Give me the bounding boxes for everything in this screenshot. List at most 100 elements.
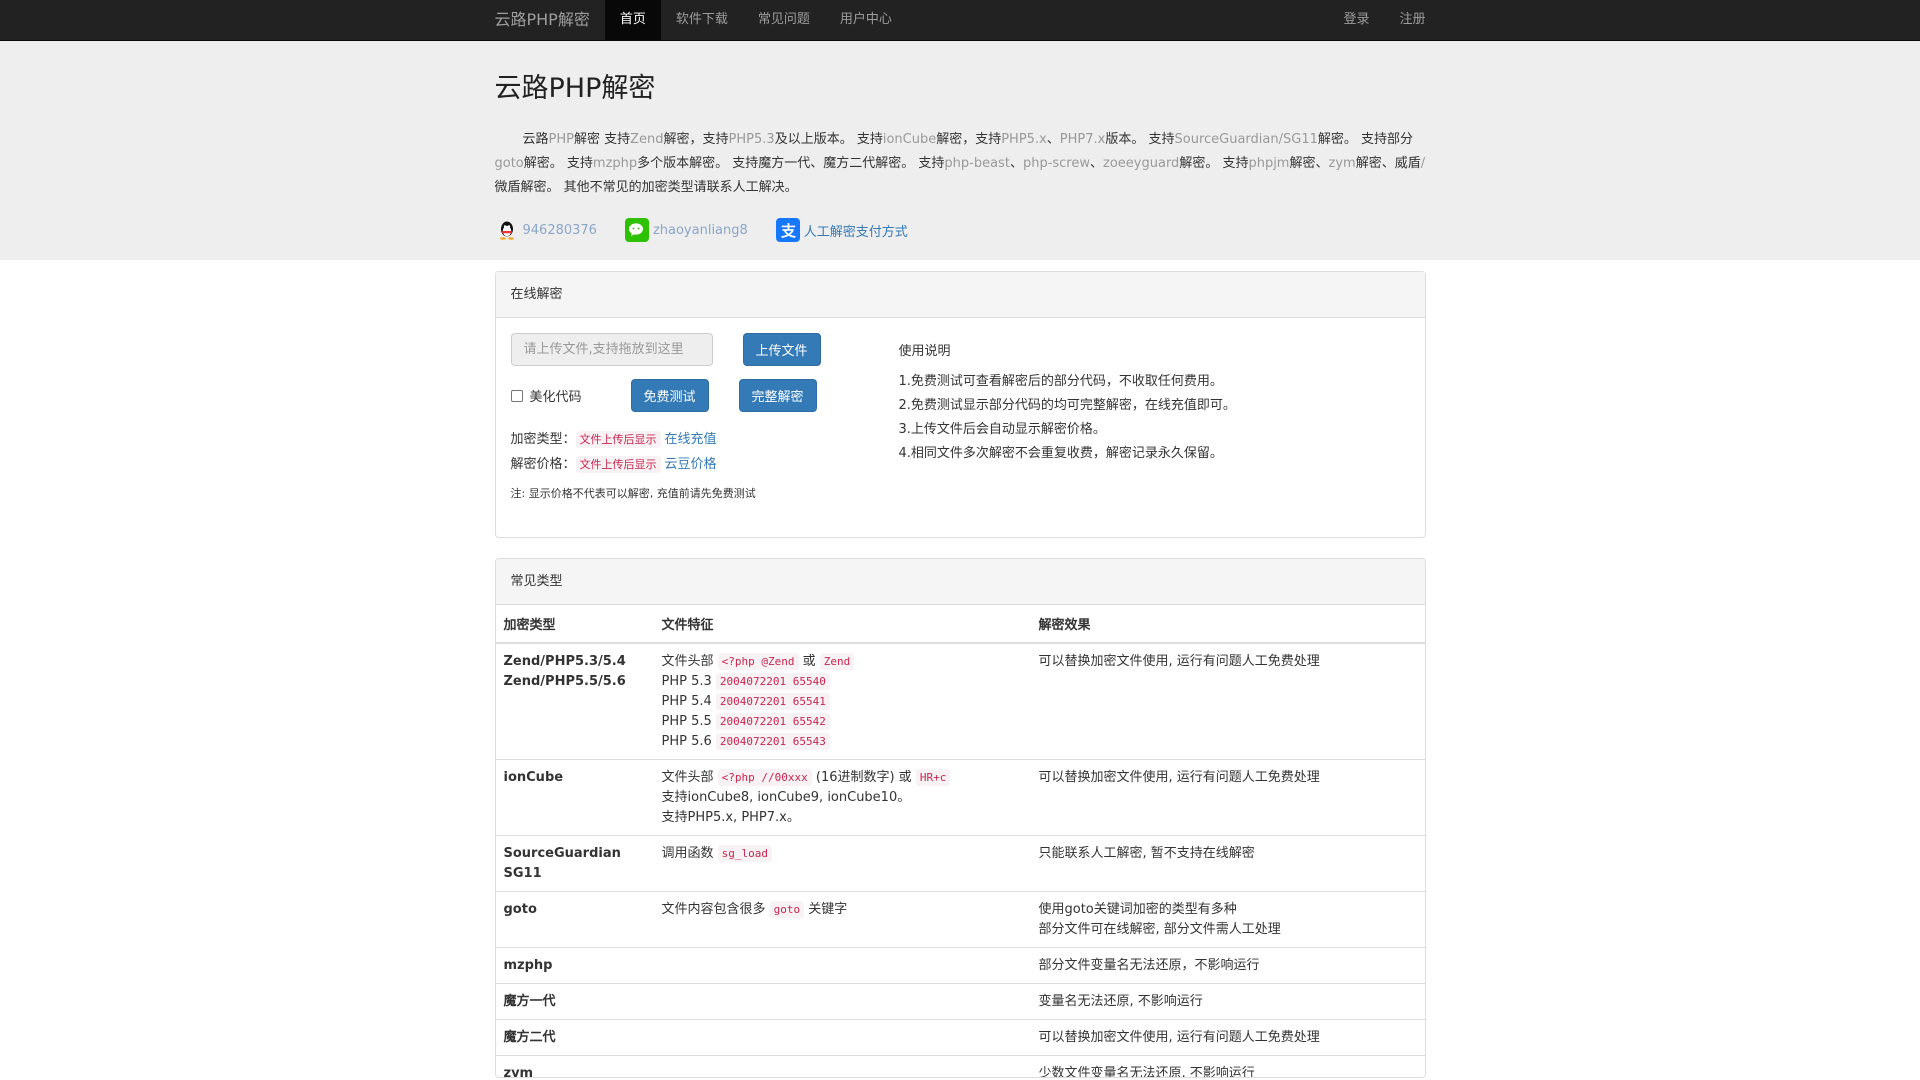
online-decrypt-heading: 在线解密 xyxy=(495,272,1425,318)
auth-nav: 登录 注册 xyxy=(1313,0,1425,40)
intro-keyword: PHP7.x xyxy=(1059,132,1106,147)
table-row: Zend/PHP5.3/5.4 Zend/PHP5.5/5.6 文件头部 <?php… xyxy=(495,642,1425,760)
intro-keyword: zym xyxy=(1328,156,1356,171)
top-navbar: 云路PHP解密 首页 软件下载 常见问题 用户中心 登录 注册 xyxy=(0,0,1920,41)
intro-text: 、 xyxy=(1090,156,1104,171)
intro-keyword: php-beast xyxy=(944,156,1010,171)
code-snippet: 2004072201 65540 xyxy=(715,673,830,690)
code-snippet: <?php //00xxx xyxy=(717,769,812,786)
brand-link[interactable]: 云路PHP解密 xyxy=(495,0,590,40)
type-features-cell: 文件头部 <?php @Zend 或 Zend PHP 5.3 200407220… xyxy=(653,642,1031,760)
wechat-contact[interactable]: zhaoyanliang8 xyxy=(624,218,748,242)
type-name-cell: goto xyxy=(495,891,654,948)
intro-text: 解密，支持 xyxy=(663,132,729,147)
intro-text: 、 xyxy=(1046,132,1060,147)
feature-text: PHP 5.6 xyxy=(661,734,716,749)
feature-text: 支持PHP5.x, PHP7.x。 xyxy=(661,810,800,825)
type-features-cell: 调用函数 sg_load xyxy=(653,835,1031,892)
intro-keyword: php-screw xyxy=(1022,156,1090,171)
intro-keyword: PHP5.x xyxy=(1001,132,1047,147)
encryption-type-label: 加密类型： xyxy=(510,432,576,447)
intro-keyword: ionCube xyxy=(882,132,937,147)
qq-contact[interactable]: 946280376 xyxy=(495,218,597,242)
payment-method-link[interactable]: 人工解密支付方式 xyxy=(804,221,908,240)
beautify-code-checkbox[interactable]: 美化代码 xyxy=(510,386,631,405)
feature-text: 文件头部 xyxy=(661,770,718,785)
register-link[interactable]: 注册 xyxy=(1369,0,1425,40)
code-snippet: 2004072201 65542 xyxy=(715,713,830,730)
common-types-heading: 常见类型 xyxy=(495,559,1425,605)
table-row: 魔方一代 变量名无法还原, 不影响运行 xyxy=(495,983,1425,1020)
upload-file-input[interactable]: 请上传文件,支持拖放到这里 xyxy=(510,333,713,366)
type-effect-cell: 可以替换加密文件使用, 运行有问题人工免费处理 xyxy=(1030,1019,1425,1056)
checkbox-box[interactable] xyxy=(510,389,523,402)
usage-line: 1.免费测试可查看解密后的部分代码，不收取任何费用。 xyxy=(898,374,1223,389)
code-snippet: 2004072201 65541 xyxy=(715,693,830,710)
feature-text: (16进制数字) 或 xyxy=(811,770,916,785)
usage-line: 2.免费测试显示部分代码的均可完整解密，在线充值即可。 xyxy=(898,398,1236,413)
type-features-cell xyxy=(653,1055,1031,1077)
intro-text: 版本。 支持 xyxy=(1105,132,1175,147)
intro-text: 微盾解密。 其他不常见的加密类型请联系人工解决。 xyxy=(494,180,798,195)
type-name-cell: 魔方一代 xyxy=(495,983,654,1020)
intro-text: 解密。 支持部分 xyxy=(1317,132,1414,147)
type-name-cell: Zend/PHP5.3/5.4 Zend/PHP5.5/5.6 xyxy=(495,642,654,760)
type-name-cell: 魔方二代 xyxy=(495,1019,654,1056)
table-row: zym 少数文件变量名无法还原, 不影响运行 xyxy=(495,1055,1425,1077)
intro-keyword: goto xyxy=(494,156,524,171)
column-header-features: 文件特征 xyxy=(653,605,1031,644)
feature-text: PHP 5.3 xyxy=(661,674,716,689)
nav-software-download[interactable]: 软件下载 xyxy=(661,0,743,40)
nav-home[interactable]: 首页 xyxy=(604,0,661,40)
type-features-cell xyxy=(653,1019,1031,1056)
online-recharge-link[interactable]: 在线充值 xyxy=(665,432,717,447)
type-effect-cell: 可以替换加密文件使用, 运行有问题人工免费处理 xyxy=(1030,759,1425,836)
intro-text: 云路 xyxy=(522,132,549,147)
wechat-id: zhaoyanliang8 xyxy=(652,222,748,238)
table-row: SourceGuardian SG11 调用函数 sg_load 只能联系人工解密, … xyxy=(495,835,1425,892)
login-link[interactable]: 登录 xyxy=(1313,0,1369,40)
contact-row: 946280376 zhaoyanliang8 支 人工解密支付方式 xyxy=(495,218,1426,242)
free-test-button[interactable]: 免费测试 xyxy=(630,379,709,412)
table-row: goto 文件内容包含很多 goto 关键字 使用goto关键词加密的类型有多种 部分… xyxy=(495,891,1425,948)
intro-keyword: phpjm xyxy=(1248,156,1290,171)
type-name-cell: zym xyxy=(495,1055,654,1077)
wechat-icon xyxy=(624,218,649,242)
code-snippet: <?php @Zend xyxy=(717,653,799,670)
intro-text: 及以上版本。 支持 xyxy=(774,132,883,147)
column-header-type: 加密类型 xyxy=(495,605,654,644)
feature-text: 文件头部 xyxy=(661,654,718,669)
nav-faq[interactable]: 常见问题 xyxy=(743,0,825,40)
type-features-cell: 文件内容包含很多 goto 关键字 xyxy=(653,891,1031,948)
cloud-bean-price-link[interactable]: 云豆价格 xyxy=(665,457,717,472)
type-effect-cell: 变量名无法还原, 不影响运行 xyxy=(1030,983,1425,1020)
intro-keyword: PHP xyxy=(548,132,574,147)
code-snippet: sg_load xyxy=(717,845,772,862)
encryption-type-value: 文件上传后显示 xyxy=(575,431,661,448)
decrypt-price-value: 文件上传后显示 xyxy=(575,456,661,473)
price-note: 注: 显示价格不代表可以解密, 充值前请先免费测试 xyxy=(510,487,756,500)
intro-keyword: zoeeyguard xyxy=(1103,156,1180,171)
type-features-cell xyxy=(653,983,1031,1020)
full-decrypt-button[interactable]: 完整解密 xyxy=(738,379,817,412)
type-effect-cell: 使用goto关键词加密的类型有多种 部分文件可在线解密, 部分文件需人工处理 xyxy=(1030,891,1425,948)
intro-text: 解密、威盾 xyxy=(1355,156,1421,171)
type-effect-cell: 可以替换加密文件使用, 运行有问题人工免费处理 xyxy=(1030,642,1425,760)
nav-user-center[interactable]: 用户中心 xyxy=(825,0,907,40)
intro-text: 解密。 支持 xyxy=(1179,156,1249,171)
intro-text: 解密、 xyxy=(1289,156,1329,171)
intro-keyword: PHP5.3 xyxy=(728,132,775,147)
qq-icon xyxy=(495,218,519,242)
intro-keyword: / xyxy=(1420,156,1426,171)
alipay-contact[interactable]: 支 人工解密支付方式 xyxy=(775,218,908,242)
intro-paragraph: 云路PHP解密 支持Zend解密，支持PHP5.3及以上版本。 支持ionCub… xyxy=(495,128,1426,200)
hero-section: 云路PHP解密 云路PHP解密 支持Zend解密，支持PHP5.3及以上版本。 … xyxy=(0,41,1920,260)
alipay-icon: 支 xyxy=(775,218,800,242)
upload-file-button[interactable]: 上传文件 xyxy=(742,333,821,366)
type-features-cell xyxy=(653,947,1031,984)
intro-text: 解密 支持 xyxy=(573,132,631,147)
qq-number: 946280376 xyxy=(522,222,597,238)
column-header-effect: 解密效果 xyxy=(1030,605,1425,644)
type-name-cell: ionCube xyxy=(495,759,654,836)
online-decrypt-panel: 在线解密 请上传文件,支持拖放到这里 上传文件 美化代码 免费测试 完整解密 加… xyxy=(494,271,1426,538)
